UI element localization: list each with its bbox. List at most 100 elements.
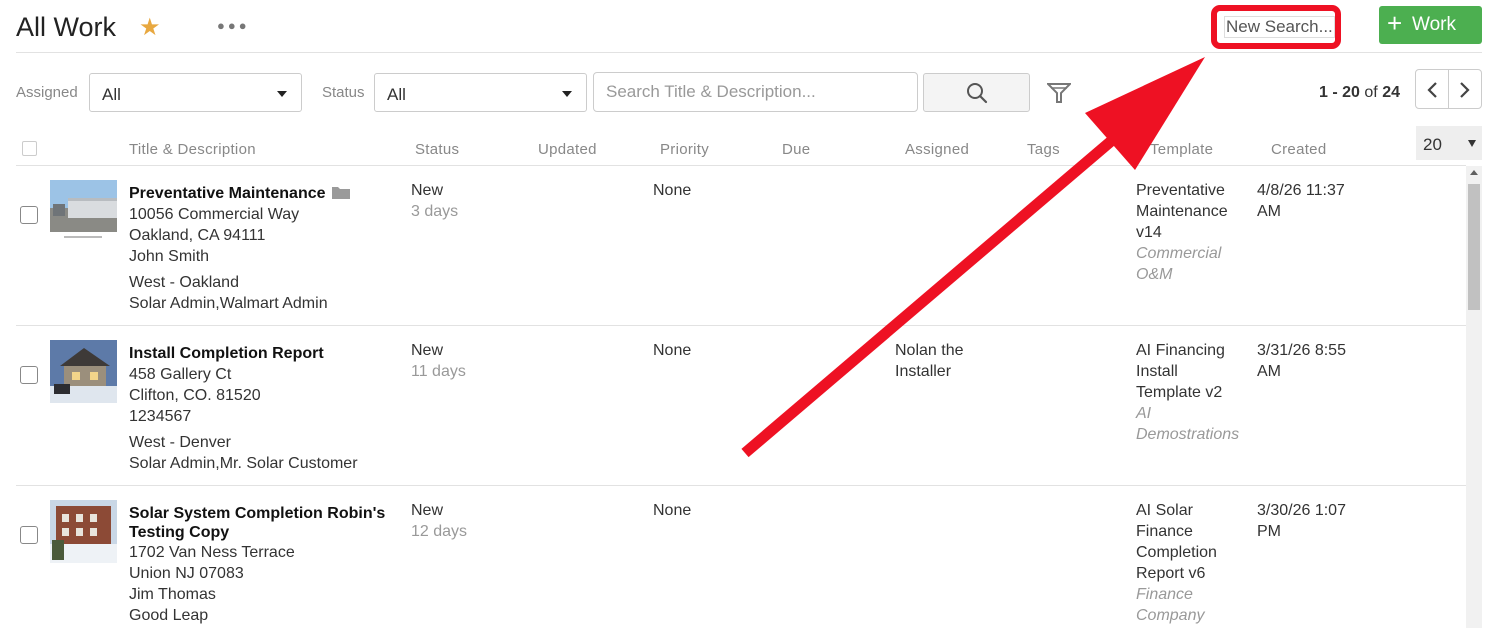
search-button[interactable] <box>923 73 1030 112</box>
new-search-button[interactable]: New Search... <box>1224 16 1335 38</box>
row-checkbox[interactable] <box>20 206 38 224</box>
row-title[interactable]: Install Completion Report <box>129 343 399 364</box>
caret-down-icon <box>1468 140 1476 147</box>
plus-icon: + <box>1387 8 1403 38</box>
row-created-cell: 3/31/26 8:55 AM <box>1257 340 1346 382</box>
search-input[interactable] <box>593 72 918 112</box>
vertical-scrollbar[interactable] <box>1466 166 1482 628</box>
row-groups: Solar Admin,Walmart Admin <box>129 295 328 312</box>
row-address-line-2: Oakland, CA 94111 <box>129 227 266 244</box>
status-filter-value: All <box>387 85 406 104</box>
scroll-up-arrow-icon[interactable] <box>1470 170 1478 175</box>
row-status-cell: New 3 days <box>411 180 458 222</box>
assigned-filter-label: Assigned <box>16 84 78 101</box>
row-checkbox[interactable] <box>20 366 38 384</box>
row-template-category: Finance <box>1136 586 1193 603</box>
row-template-line: Finance <box>1136 523 1193 540</box>
pagination-summary: 1 - 20 of 24 <box>1290 84 1400 102</box>
column-header-template[interactable]: Template <box>1150 141 1213 158</box>
column-header-priority[interactable]: Priority <box>660 141 709 158</box>
row-age: 3 days <box>411 203 459 220</box>
status-filter-label: Status <box>322 84 365 101</box>
select-all-checkbox[interactable] <box>22 141 37 156</box>
more-options-icon[interactable]: ●●● <box>217 18 250 33</box>
row-created-time: PM <box>1257 523 1281 540</box>
row-title-line[interactable]: Solar System Completion Robin's <box>129 504 399 523</box>
new-search-highlight[interactable]: New Search... <box>1211 5 1341 49</box>
row-title[interactable]: Preventative Maintenance <box>129 185 326 202</box>
column-header-updated[interactable]: Updated <box>538 141 597 158</box>
row-address-line-1: 458 Gallery Ct <box>129 366 232 383</box>
row-template-line: AI Financing <box>1136 342 1225 359</box>
next-page-button[interactable] <box>1448 69 1482 109</box>
assigned-filter-select[interactable]: All <box>89 73 302 112</box>
row-checkbox[interactable] <box>20 526 38 544</box>
row-address-line-2: Union NJ 07083 <box>129 565 244 582</box>
table-row[interactable]: Install Completion Report 458 Gallery Ct… <box>16 326 1466 486</box>
column-header-status[interactable]: Status <box>415 141 459 158</box>
row-thumbnail-image[interactable] <box>50 500 117 563</box>
row-priority: None <box>653 502 692 519</box>
row-groups: Solar Admin,Mr. Solar Customer <box>129 455 358 472</box>
row-assigned-line: Installer <box>895 363 952 380</box>
row-template-category: AI <box>1136 405 1152 422</box>
column-header-assigned[interactable]: Assigned <box>905 141 969 158</box>
row-created-date: 4/8/26 11:37 <box>1257 182 1345 199</box>
row-title-cell: Preventative Maintenance 10056 Commercia… <box>129 183 399 314</box>
row-contact: John Smith <box>129 248 210 265</box>
table-row[interactable]: Solar System Completion Robin's Testing … <box>16 486 1466 628</box>
row-contact: Jim Thomas <box>129 586 216 603</box>
caret-down-icon <box>562 91 572 97</box>
column-header-title[interactable]: Title & Description <box>129 141 256 158</box>
row-age: 12 days <box>411 523 468 540</box>
row-created-cell: 3/30/26 1:07 PM <box>1257 500 1346 542</box>
column-header-created[interactable]: Created <box>1271 141 1326 158</box>
previous-page-button[interactable] <box>1415 69 1449 109</box>
row-template-category: Demostrations <box>1136 426 1240 443</box>
row-thumbnail-image[interactable] <box>50 180 117 243</box>
row-template-line: Maintenance <box>1136 203 1228 220</box>
scrollbar-thumb[interactable] <box>1468 184 1480 310</box>
row-template-category: Commercial <box>1136 245 1222 262</box>
caret-down-icon <box>277 91 287 97</box>
pagination-total: 24 <box>1382 84 1400 101</box>
row-title-line[interactable]: Testing Copy <box>129 523 399 542</box>
search-icon <box>967 83 988 104</box>
row-template-line: v14 <box>1136 224 1162 241</box>
row-template-category: O&M <box>1136 266 1173 283</box>
page-title: All Work <box>16 12 117 42</box>
row-region: West - Denver <box>129 434 231 451</box>
row-template-category: Company <box>1136 607 1205 624</box>
row-status: New <box>411 502 444 519</box>
column-header-due[interactable]: Due <box>782 141 810 158</box>
row-address-line-2: Clifton, CO. 81520 <box>129 387 261 404</box>
row-created-time: AM <box>1257 203 1281 220</box>
row-groups: Good Leap <box>129 607 209 624</box>
column-header-tags[interactable]: Tags <box>1027 141 1060 158</box>
row-template-line: AI Solar <box>1136 502 1193 519</box>
filter-funnel-icon[interactable] <box>1047 82 1071 104</box>
row-region: West - Oakland <box>129 274 239 291</box>
page-header: All Work ★ ●●● New Search... + Work <box>16 5 1482 53</box>
page-size-value: 20 <box>1423 135 1442 154</box>
assigned-filter-value: All <box>102 85 121 104</box>
row-assigned-line: Nolan the <box>895 342 964 359</box>
row-thumbnail-image[interactable] <box>50 340 117 403</box>
page-size-select[interactable]: 20 <box>1416 126 1482 160</box>
row-template-line: Install <box>1136 363 1178 380</box>
row-assigned-cell: Nolan the Installer <box>895 340 964 382</box>
pagination-range: 1 - 20 <box>1319 84 1360 101</box>
status-filter-select[interactable]: All <box>374 73 587 112</box>
row-template-line: Completion <box>1136 544 1217 561</box>
star-icon[interactable]: ★ <box>139 13 161 42</box>
row-template-cell: AI Solar Finance Completion Report v6 Fi… <box>1136 500 1246 626</box>
add-work-button[interactable]: + Work <box>1379 6 1482 44</box>
row-age: 11 days <box>411 363 466 380</box>
row-status: New <box>411 182 444 199</box>
table-row[interactable]: Preventative Maintenance 10056 Commercia… <box>16 166 1466 326</box>
row-template-cell: AI Financing Install Template v2 AI Demo… <box>1136 340 1246 445</box>
row-template-line: Report v6 <box>1136 565 1206 582</box>
row-template-line: Preventative <box>1136 182 1225 199</box>
folder-icon[interactable] <box>331 186 350 199</box>
row-title[interactable]: Solar System Completion Robin's Testing … <box>129 504 399 542</box>
